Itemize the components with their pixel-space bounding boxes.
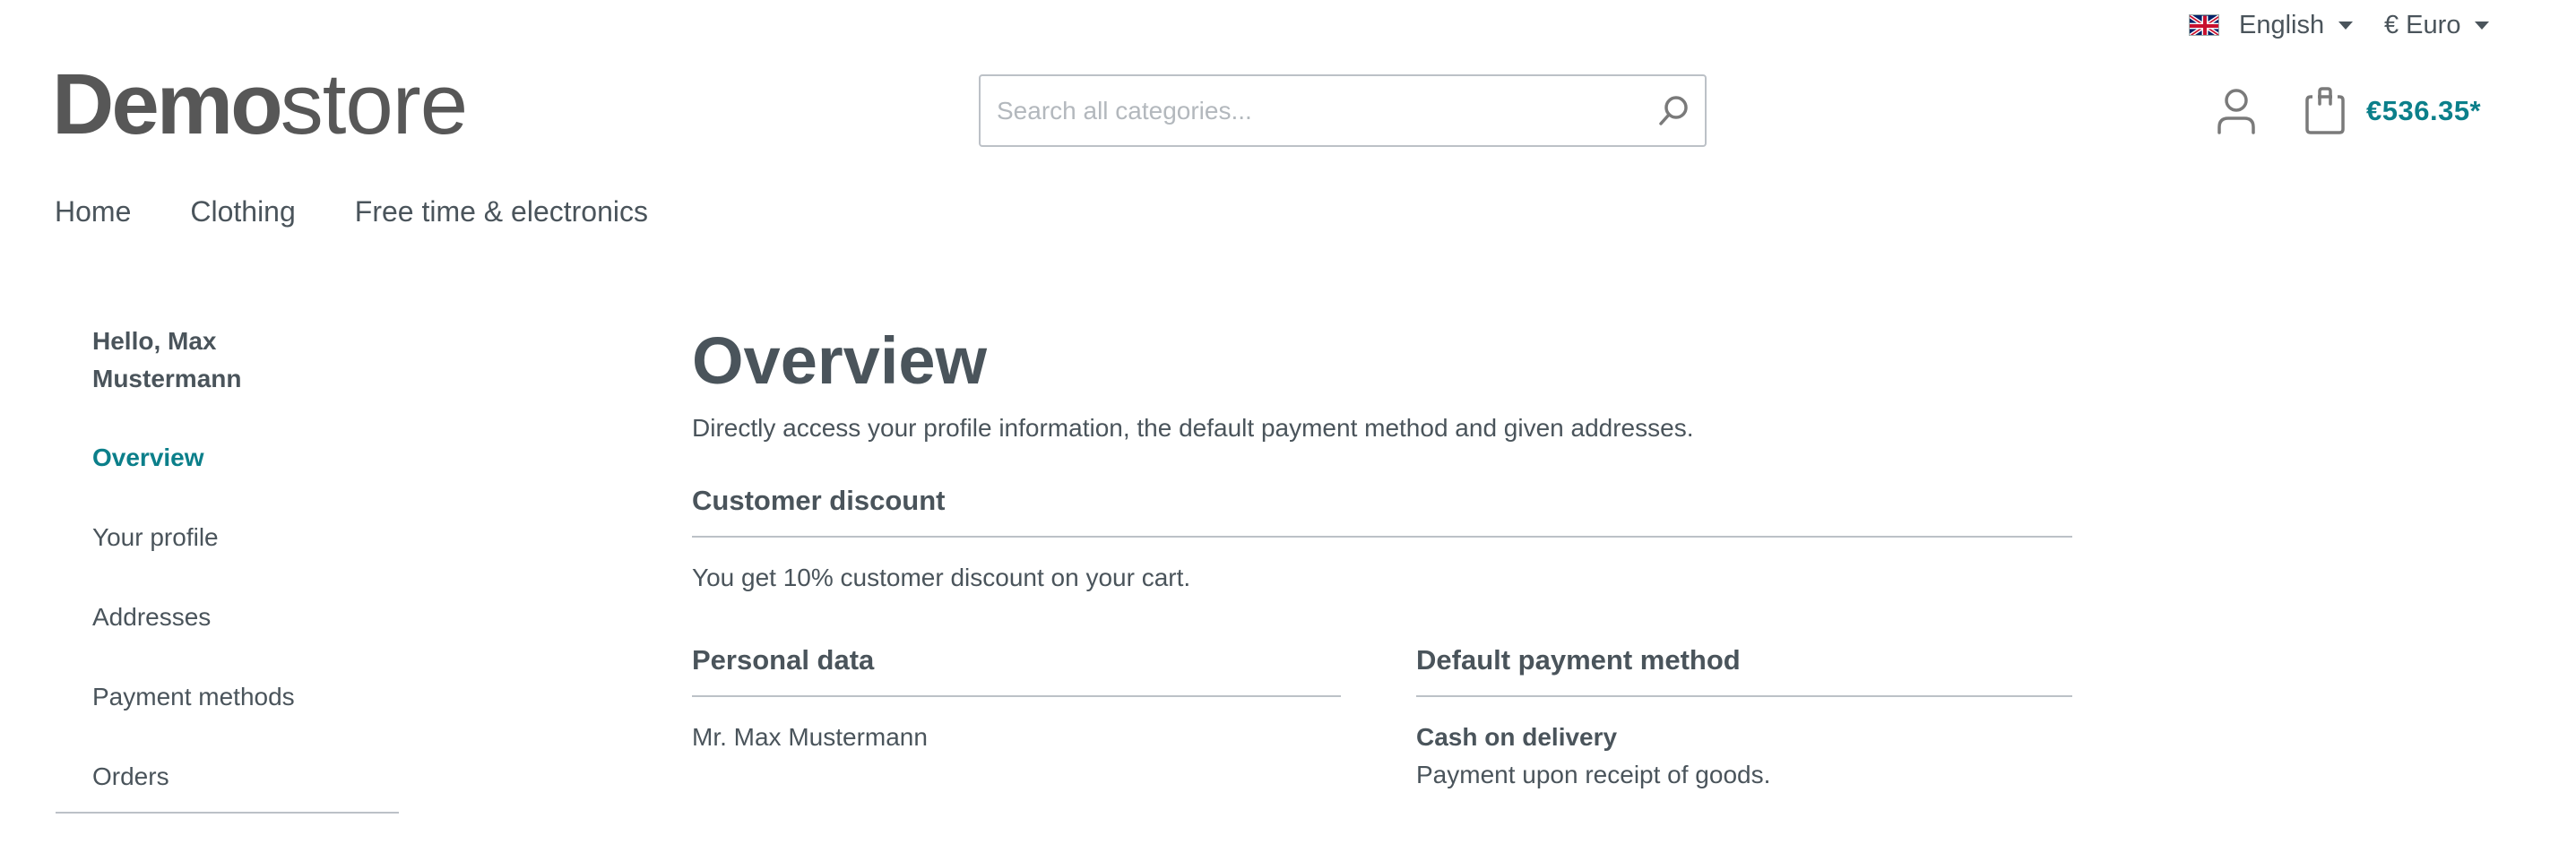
user-icon bbox=[2217, 89, 2255, 134]
customer-discount-text: You get 10% customer discount on your ca… bbox=[692, 564, 1191, 591]
nav-item-free-time-electronics[interactable]: Free time & electronics bbox=[355, 195, 648, 228]
search-button[interactable] bbox=[1642, 76, 1705, 145]
currency-label: € Euro bbox=[2384, 10, 2461, 39]
personal-data-name: Mr. Max Mustermann bbox=[692, 723, 928, 751]
page-title: Overview bbox=[692, 323, 988, 398]
personal-data-title: Personal data bbox=[692, 643, 1341, 697]
search-icon bbox=[1659, 95, 1688, 125]
language-label: English bbox=[2239, 10, 2325, 39]
language-selector[interactable]: English bbox=[2189, 7, 2354, 43]
account-sidebar: Hello, Max Mustermann Overview Your prof… bbox=[56, 323, 400, 814]
account-button[interactable] bbox=[2216, 88, 2257, 134]
greeting: Hello, Max Mustermann bbox=[92, 327, 242, 392]
customer-discount-card: Customer discount You get 10% customer d… bbox=[692, 484, 2072, 597]
payment-method-description: Payment upon receipt of goods. bbox=[1416, 761, 1771, 788]
nav-item-clothing[interactable]: Clothing bbox=[190, 195, 295, 228]
page-lead: Directly access your profile information… bbox=[692, 414, 1694, 442]
default-payment-card: Default payment method Cash on delivery … bbox=[1416, 643, 2072, 794]
store-logo[interactable]: Demostore bbox=[52, 56, 468, 154]
sidebar-divider bbox=[56, 812, 399, 814]
sidebar-item-overview[interactable]: Overview bbox=[92, 443, 400, 473]
main-navigation: Home Clothing Free time & electronics bbox=[55, 195, 707, 228]
default-payment-title: Default payment method bbox=[1416, 643, 2072, 697]
nav-item-home[interactable]: Home bbox=[55, 195, 131, 228]
cart-total: €536.35* bbox=[2366, 95, 2482, 126]
shopping-bag-icon bbox=[2305, 87, 2345, 134]
search-input[interactable] bbox=[981, 76, 1642, 145]
sidebar-item-addresses[interactable]: Addresses bbox=[92, 602, 400, 633]
sidebar-item-your-profile[interactable]: Your profile bbox=[92, 522, 400, 553]
payment-method-name: Cash on delivery bbox=[1416, 723, 1618, 751]
cart-button[interactable]: €536.35* bbox=[2304, 86, 2481, 136]
account-overview: Overview Directly access your profile in… bbox=[692, 323, 2072, 794]
sidebar-item-payment-methods[interactable]: Payment methods bbox=[92, 682, 400, 712]
default-payment-body: Cash on delivery Payment upon receipt of… bbox=[1416, 719, 2072, 794]
uk-flag-icon bbox=[2189, 14, 2219, 36]
customer-discount-title: Customer discount bbox=[692, 484, 2072, 538]
chevron-down-icon bbox=[2475, 21, 2490, 30]
search-form bbox=[979, 74, 1707, 147]
sidebar-item-orders[interactable]: Orders bbox=[92, 762, 400, 792]
chevron-down-icon bbox=[2338, 21, 2354, 30]
logo-light-text: store bbox=[280, 56, 468, 152]
currency-selector[interactable]: € Euro bbox=[2384, 7, 2490, 43]
personal-data-card: Personal data Mr. Max Mustermann bbox=[692, 643, 1341, 794]
logo-bold-text: Demo bbox=[52, 56, 283, 152]
